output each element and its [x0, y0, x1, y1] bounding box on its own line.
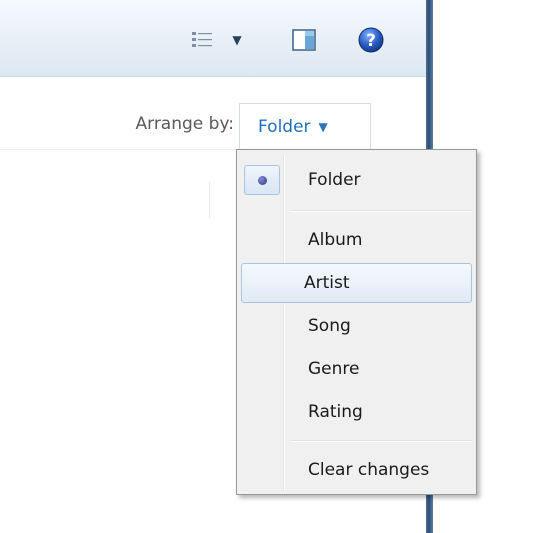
menu-item-label: Artist — [304, 273, 350, 293]
help-icon: ? — [358, 27, 384, 53]
arrange-by-menu: Folder Album Artist Song Genre Rating Cl… — [236, 149, 477, 495]
menu-item-folder[interactable]: Folder — [241, 160, 472, 200]
toolbar: ▼ ? — [0, 0, 426, 77]
arrange-by-dropdown[interactable]: Folder ▼ — [239, 103, 371, 149]
radio-bullet-icon — [257, 175, 267, 185]
menu-separator — [291, 440, 472, 441]
change-view-button[interactable]: ▼ — [175, 22, 257, 58]
views-dropdown-caret[interactable]: ▼ — [232, 33, 241, 47]
menu-item-genre[interactable]: Genre — [241, 349, 472, 389]
menu-item-label: Song — [308, 316, 351, 336]
menu-item-rating[interactable]: Rating — [241, 392, 472, 432]
help-glyph: ? — [366, 31, 376, 51]
menu-item-clear-changes[interactable]: Clear changes — [241, 450, 472, 490]
menu-item-song[interactable]: Song — [241, 306, 472, 346]
arrange-by-label: Arrange by: — [135, 114, 235, 134]
selected-indicator — [244, 165, 280, 195]
arrange-by-value: Folder — [258, 116, 311, 137]
menu-item-artist[interactable]: Artist — [241, 263, 472, 303]
preview-pane-button[interactable] — [286, 22, 322, 58]
help-button[interactable]: ? — [353, 22, 389, 58]
menu-item-label: Rating — [308, 402, 363, 422]
menu-item-label: Clear changes — [308, 460, 430, 480]
chevron-down-icon: ▼ — [318, 119, 328, 134]
menu-item-label: Folder — [308, 170, 361, 190]
menu-item-label: Album — [308, 230, 363, 250]
menu-item-label: Genre — [308, 359, 360, 379]
menu-separator — [291, 210, 472, 211]
preview-pane-icon — [292, 29, 316, 51]
column-divider — [209, 182, 210, 218]
details-view-icon — [192, 32, 213, 47]
menu-item-album[interactable]: Album — [241, 220, 472, 260]
